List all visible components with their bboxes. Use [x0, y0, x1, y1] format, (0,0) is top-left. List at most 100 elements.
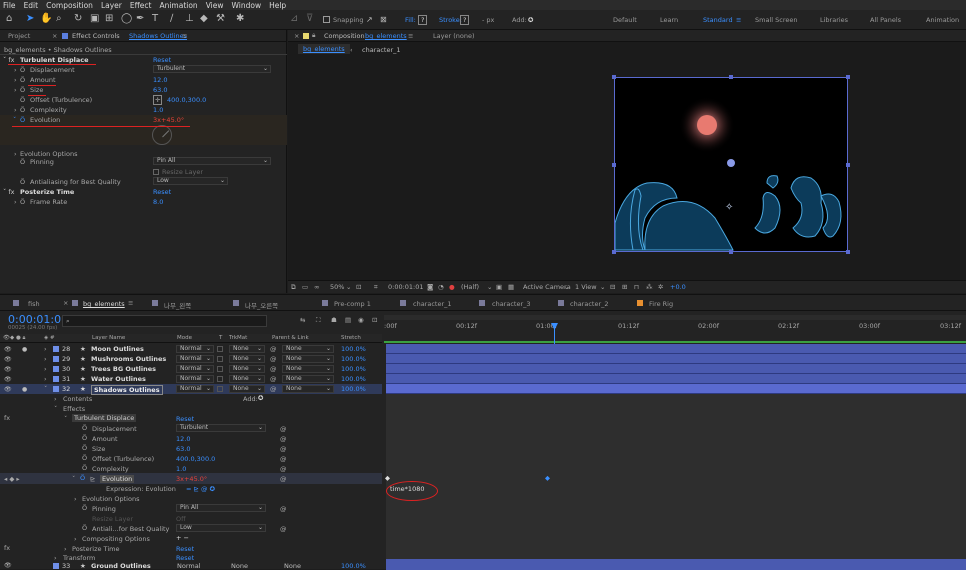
layer-name[interactable]: Water Outlines — [91, 375, 146, 383]
layer-row[interactable]: 👁︎ › 31 ★ Water Outlines Normal ⌄ None ⌄ @… — [0, 374, 382, 384]
stopwatch-icon[interactable]: Ö — [20, 96, 25, 104]
stopwatch-icon[interactable]: Ö — [20, 198, 25, 206]
stretch-value[interactable]: 100.0% — [341, 375, 366, 383]
fx-toggle[interactable]: ˇ fx — [3, 188, 14, 196]
chevron-down-icon[interactable]: ⌄ — [600, 283, 605, 291]
label-color[interactable] — [53, 563, 59, 569]
tab-precomp[interactable]: Pre-comp 1 — [334, 300, 371, 308]
chevron-down-icon[interactable]: ⌄ — [564, 283, 569, 291]
mode-dropdown[interactable]: Normal ⌄ — [176, 355, 214, 363]
comp-flowchart-icon[interactable]: ⇆ — [300, 316, 305, 324]
pickwhip-icon[interactable]: @ — [280, 455, 287, 463]
evolution-options-label[interactable]: Evolution Options — [20, 150, 77, 158]
breadcrumb-character[interactable]: character_1 — [362, 46, 401, 54]
transform-handle[interactable] — [729, 75, 733, 79]
workspace-libraries[interactable]: Libraries — [820, 16, 848, 24]
fx-icon[interactable]: fx — [4, 414, 10, 422]
expand-arrow-icon[interactable]: › — [14, 198, 17, 206]
expand-arrow-icon[interactable]: › — [44, 345, 47, 353]
antialiasing-dropdown[interactable]: Low ⌄ — [153, 177, 228, 185]
eye-icon[interactable]: 👁︎ — [4, 356, 12, 363]
workspace-standard[interactable]: Standard — [703, 16, 733, 24]
region-icon[interactable]: ▣ — [496, 283, 502, 291]
trkmat-dropdown[interactable]: None ⌄ — [229, 345, 265, 353]
fill-swatch[interactable]: ? — [418, 15, 428, 25]
stretch-value[interactable]: 100.0% — [341, 355, 366, 363]
effect-reset-link[interactable]: Reset — [176, 545, 194, 553]
expand-arrow-icon[interactable]: › — [14, 150, 17, 158]
pickwhip-icon[interactable]: @ — [280, 465, 287, 473]
preserve-transparency-checkbox[interactable] — [217, 356, 223, 362]
layer-name[interactable]: Mushrooms Outlines — [91, 355, 166, 363]
complexity-value[interactable]: 1.0 — [153, 106, 163, 114]
stopwatch-icon[interactable]: Ö — [20, 106, 25, 114]
tab-composition[interactable]: Composition — [324, 32, 365, 40]
trkmat-dropdown[interactable]: None ⌄ — [229, 365, 265, 373]
stretch-value[interactable]: 100.0% — [341, 345, 366, 353]
layer-duration-bar-selected[interactable] — [386, 384, 966, 394]
preserve-transparency-checkbox[interactable] — [217, 366, 223, 372]
displacement-dropdown[interactable]: Turbulent ⌄ — [153, 65, 271, 73]
ellipse-tool-icon[interactable]: ◯ — [121, 13, 132, 24]
amount-value[interactable]: 12.0 — [176, 435, 190, 443]
solo-icon[interactable]: ● — [22, 386, 27, 393]
menu-edit[interactable]: Edit — [24, 1, 39, 10]
mode-dropdown[interactable]: Normal ⌄ — [176, 385, 214, 393]
col-mode[interactable]: Mode — [177, 335, 192, 341]
roto-brush-tool-icon[interactable]: ⚒ — [216, 13, 225, 24]
col-layer-name[interactable]: Layer Name — [92, 335, 125, 341]
toggle-pixel-icon[interactable]: ⊟ — [610, 283, 615, 291]
preserve-transparency-checkbox[interactable] — [217, 386, 223, 392]
displacement-dropdown[interactable]: Turbulent ⌄ — [176, 424, 266, 432]
trkmat-dropdown[interactable]: None ⌄ — [229, 355, 265, 363]
layer-duration-bar[interactable] — [386, 344, 966, 354]
type-tool-icon[interactable]: T — [152, 13, 158, 24]
parent-dropdown[interactable]: None ⌄ — [282, 345, 334, 353]
pickwhip-icon[interactable]: @ — [270, 385, 277, 393]
pickwhip-icon[interactable]: @ — [280, 525, 287, 533]
expand-arrow-icon[interactable]: › — [74, 535, 77, 543]
layer-name[interactable]: Shadows Outlines — [91, 385, 163, 395]
tab-tree-right[interactable]: 나무_오른쪽 — [245, 300, 278, 310]
motion-blur-icon[interactable]: ◉ — [358, 316, 364, 324]
expand-arrow-icon[interactable]: ˇ — [13, 116, 16, 124]
evolution-options-label[interactable]: Evolution Options — [82, 495, 139, 503]
flowchart-icon[interactable]: ⁂ — [646, 283, 653, 291]
keyframe-marker[interactable]: ◆ — [385, 474, 390, 482]
effect-name-turbulent[interactable]: Turbulent Displace — [72, 414, 137, 422]
tab-effect-layer[interactable]: Shadows Outlines — [129, 32, 187, 40]
mode-dropdown[interactable]: Normal ⌄ — [176, 365, 214, 373]
layer-name[interactable]: Moon Outlines — [91, 345, 144, 353]
hand-tool-icon[interactable]: ✋ — [40, 13, 52, 24]
label-color[interactable] — [53, 366, 59, 372]
label-color[interactable] — [53, 386, 59, 392]
expand-arrow-icon[interactable]: ˇ — [54, 405, 57, 413]
local-axis-icon[interactable]: ⊿ — [290, 13, 298, 24]
time-ruler[interactable]: :00f 00:12f 01:00f 01:12f 02:00f 02:12f … — [384, 313, 966, 343]
effects-label[interactable]: Effects — [63, 405, 85, 413]
snapshot-icon[interactable]: ◙ — [427, 283, 433, 291]
stretch-value[interactable]: 100.0% — [341, 385, 366, 393]
close-icon[interactable]: × — [52, 32, 57, 40]
keyframe-nav-icon[interactable]: ◂ ◆ ▸ — [4, 475, 20, 483]
effect-reset-link[interactable]: Reset — [176, 415, 194, 423]
stroke-width-value[interactable]: - px — [482, 16, 494, 24]
expand-arrow-icon[interactable]: › — [74, 495, 77, 503]
parent-dropdown[interactable]: None ⌄ — [282, 385, 334, 393]
stopwatch-icon[interactable]: Ö — [82, 524, 87, 532]
size-value[interactable]: 63.0 — [153, 86, 167, 94]
transparency-grid-icon[interactable]: ▦ — [508, 283, 514, 291]
expand-arrow-icon[interactable]: › — [14, 66, 17, 74]
offset-value[interactable]: 400.0,300.0 — [176, 455, 215, 463]
layer-row[interactable]: 👁︎ › 29 ★ Mushrooms Outlines Normal ⌄ Non… — [0, 354, 382, 364]
layer-name[interactable]: Trees BG Outlines — [91, 365, 156, 373]
expand-arrow-icon[interactable]: › — [14, 86, 17, 94]
pickwhip-icon[interactable]: @ — [270, 375, 277, 383]
channel-icon[interactable]: ● — [449, 283, 455, 291]
expand-arrow-icon[interactable]: › — [44, 365, 47, 373]
menu-window[interactable]: Window — [232, 1, 262, 10]
eye-icon[interactable]: 👁︎ — [4, 366, 12, 373]
graph-editor-icon[interactable]: ⊡ — [372, 316, 377, 324]
comp-time[interactable]: 0:00:01:01 — [388, 283, 424, 291]
complexity-value[interactable]: 1.0 — [176, 465, 186, 473]
